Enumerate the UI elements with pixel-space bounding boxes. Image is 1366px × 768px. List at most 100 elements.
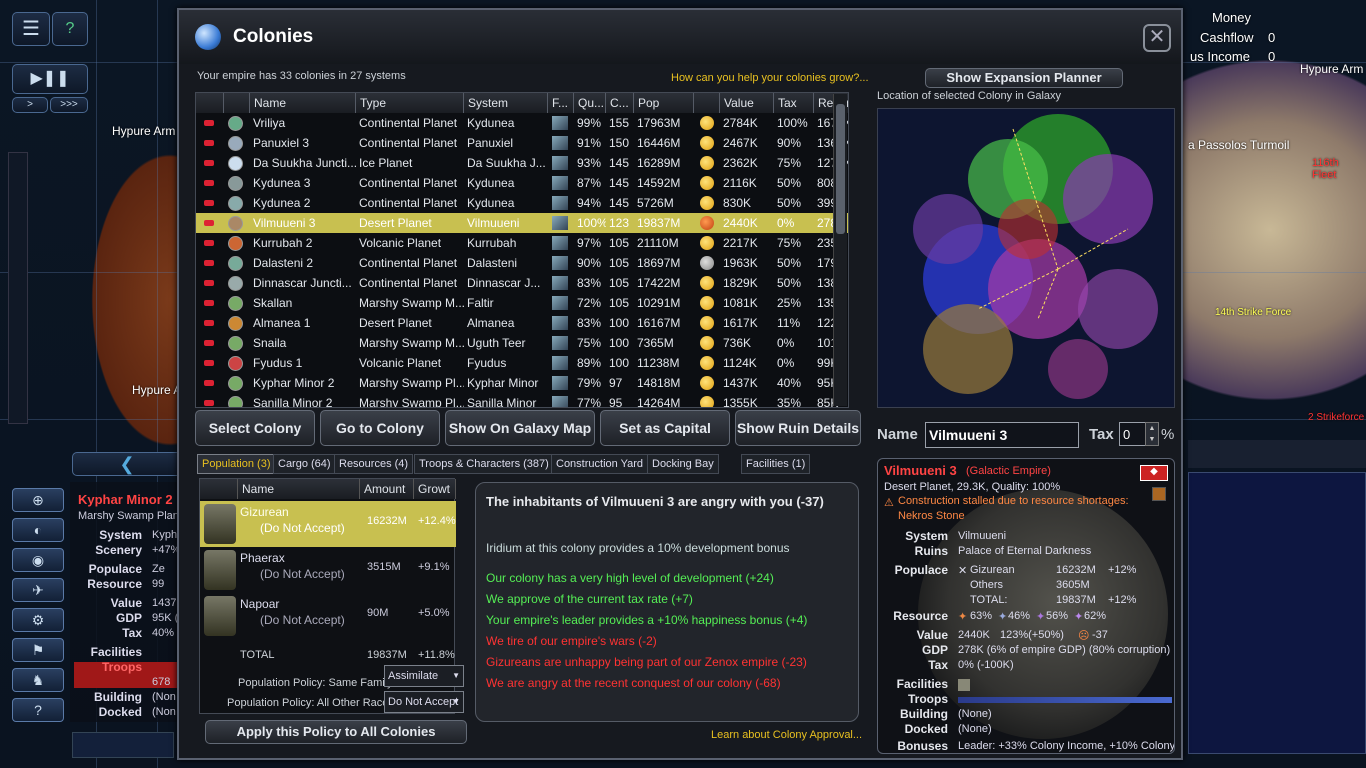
learn-approval-link[interactable]: Learn about Colony Approval... xyxy=(711,729,862,741)
settings-button[interactable]: ⚙ xyxy=(12,608,64,632)
go-to-colony-button[interactable]: Go to Colony xyxy=(320,410,440,446)
table-row[interactable]: Almanea 1 Desert Planet Almanea 83% 100 16167… xyxy=(196,313,848,333)
col-system[interactable]: System xyxy=(464,93,548,113)
empire-flag-icon xyxy=(204,320,214,326)
col-mood[interactable] xyxy=(694,93,720,113)
empire-flag-icon xyxy=(204,220,214,226)
population-row[interactable]: Napoar (Do Not Accept) 90M +5.0% xyxy=(200,593,456,639)
table-scrollbar[interactable] xyxy=(833,94,847,406)
policy-other-races-select[interactable]: Do Not Accept ▼ xyxy=(384,691,464,713)
cell-pop: 16289M xyxy=(637,156,681,170)
mood-face-icon xyxy=(700,176,714,190)
eye-button[interactable]: ◉ xyxy=(12,548,64,572)
side-icon-strip[interactable] xyxy=(8,152,28,424)
cell-tax: 25% xyxy=(777,296,802,310)
pop-col-growth[interactable]: Growt xyxy=(414,479,456,499)
set-as-capital-button[interactable]: Set as Capital xyxy=(600,410,730,446)
detail-gdp: 278K (6% of empire GDP) (80% corruption) xyxy=(958,644,1171,656)
table-row[interactable]: Snaila Marshy Swamp M... Uguth Teer 75% 100 7… xyxy=(196,333,848,353)
cell-name: Skallan xyxy=(253,296,293,310)
cell-value: 736K xyxy=(723,336,752,350)
col-c[interactable]: C... xyxy=(606,93,634,113)
tab-cargo[interactable]: Cargo (64) xyxy=(273,454,336,474)
pop-col-name[interactable]: Name xyxy=(238,479,360,499)
scrollbar-thumb[interactable] xyxy=(836,104,845,234)
population-row[interactable]: Gizurean (Do Not Accept) 16232M +12.4% xyxy=(200,501,456,547)
bottom-icon-bar[interactable] xyxy=(72,732,174,758)
table-row[interactable]: Kydunea 3 Continental Planet Kydunea 87% 145… xyxy=(196,173,848,193)
table-row[interactable]: Kyphar Minor 2 Marshy Swamp Pl... Kyphar M… xyxy=(196,373,848,393)
table-row[interactable]: Dalasteni 2 Continental Planet Dalasteni 90… xyxy=(196,253,848,273)
col-type[interactable]: Type xyxy=(356,93,464,113)
minimap[interactable] xyxy=(1188,472,1366,754)
colony-name-input[interactable] xyxy=(925,422,1079,448)
label-system: System xyxy=(99,528,142,542)
help-link[interactable]: How can you help your colonies grow?... xyxy=(671,72,869,84)
facility-icon[interactable] xyxy=(958,679,970,691)
cell-c: 105 xyxy=(609,256,630,270)
table-row[interactable]: Kydunea 2 Continental Planet Kydunea 94% 145… xyxy=(196,193,848,213)
col-name[interactable]: Name xyxy=(250,93,356,113)
population-row[interactable]: Phaerax (Do Not Accept) 3515M +9.1% xyxy=(200,547,456,593)
tab-resources[interactable]: Resources (4) xyxy=(334,454,414,474)
ship-button[interactable]: ✈ xyxy=(12,578,64,602)
approval-positive: We approve of the current tax rate (+7) xyxy=(486,592,693,606)
cell-value: 1437K xyxy=(723,376,758,390)
cell-quality: 100% xyxy=(577,216,606,230)
map-caption: Location of selected Colony in Galaxy xyxy=(877,90,1062,102)
col-pop[interactable]: Pop xyxy=(634,93,694,113)
table-row[interactable]: Kurrubah 2 Volcanic Planet Kurrubah 97% 105 2… xyxy=(196,233,848,253)
query-button[interactable]: ? xyxy=(12,698,64,722)
cell-c: 145 xyxy=(609,176,630,190)
table-row[interactable]: Vilmuueni 3 Desert Planet Vilmuueni 100% 123… xyxy=(196,213,848,233)
table-row[interactable]: Sanilla Minor 2 Marshy Swamp Pl... Sanilla… xyxy=(196,393,848,408)
collapse-button[interactable]: ❮ xyxy=(72,452,182,476)
tax-input[interactable] xyxy=(1119,422,1147,446)
col-quality[interactable]: Qu... xyxy=(574,93,606,113)
tab-docking-bay[interactable]: Docking Bay xyxy=(647,454,719,474)
flag-button[interactable]: ⚑ xyxy=(12,638,64,662)
tab-population[interactable]: Population (3) xyxy=(197,454,276,474)
table-row[interactable]: Da Suukha Juncti... Ice Planet Da Suukha J… xyxy=(196,153,848,173)
value-building: (Non xyxy=(152,691,176,703)
select-colony-button[interactable]: Select Colony xyxy=(195,410,315,446)
col-value[interactable]: Value xyxy=(720,93,774,113)
tab-troops-characters[interactable]: Troops & Characters (387) xyxy=(414,454,554,474)
resource-icon: ✦ xyxy=(1036,611,1046,623)
pop-col-amount[interactable]: Amount xyxy=(360,479,414,499)
menu-button[interactable]: ☰ xyxy=(12,12,50,46)
tab-construction-yard[interactable]: Construction Yard xyxy=(551,454,649,474)
cell-c: 100 xyxy=(609,336,630,350)
planet-view-button[interactable]: ◐ xyxy=(12,518,64,542)
colony-location-map[interactable] xyxy=(877,108,1175,408)
cell-type: Ice Planet xyxy=(359,156,413,170)
fast-speed-button[interactable]: >>> xyxy=(50,97,88,113)
table-row[interactable]: Fyudus 1 Volcanic Planet Fyudus 89% 100 11238… xyxy=(196,353,848,373)
table-row[interactable]: Vriliya Continental Planet Kydunea 99% 155 17… xyxy=(196,113,848,133)
cell-value: 1617K xyxy=(723,316,758,330)
tax-stepper[interactable]: ▲ ▼ xyxy=(1145,422,1159,446)
show-expansion-planner-button[interactable]: Show Expansion Planner xyxy=(925,68,1123,88)
cell-system: Panuxiel xyxy=(467,136,514,150)
detail-docked: (None) xyxy=(958,723,992,735)
cell-type: Continental Planet xyxy=(359,276,458,290)
close-button[interactable]: ✕ xyxy=(1143,24,1171,52)
col-f[interactable]: F... xyxy=(548,93,574,113)
show-ruin-details-button[interactable]: Show Ruin Details xyxy=(735,410,861,446)
tab-facilities[interactable]: Facilities (1) xyxy=(741,454,811,474)
table-row[interactable]: Panuxiel 3 Continental Planet Panuxiel 91% 1… xyxy=(196,133,848,153)
speed-button[interactable]: > xyxy=(12,97,48,113)
target-button[interactable]: ⊕ xyxy=(12,488,64,512)
cell-name: Snaila xyxy=(253,336,287,350)
cell-pop: 14264M xyxy=(637,396,681,408)
troops-button[interactable]: ♞ xyxy=(12,668,64,692)
play-pause-button[interactable]: ▶❚❚ xyxy=(12,64,88,94)
table-row[interactable]: Skallan Marshy Swamp M... Faltir 72% 105 1029… xyxy=(196,293,848,313)
apply-policy-button[interactable]: Apply this Policy to All Colonies xyxy=(205,720,467,744)
detail-owner: (Galactic Empire) xyxy=(966,465,1051,477)
table-row[interactable]: Dinnascar Juncti... Continental Planet Din… xyxy=(196,273,848,293)
show-on-galaxy-map-button[interactable]: Show On Galaxy Map xyxy=(445,410,595,446)
col-tax[interactable]: Tax xyxy=(774,93,814,113)
help-button[interactable]: ? xyxy=(52,12,88,46)
policy-same-family-select[interactable]: Assimilate ▼ xyxy=(384,665,464,687)
